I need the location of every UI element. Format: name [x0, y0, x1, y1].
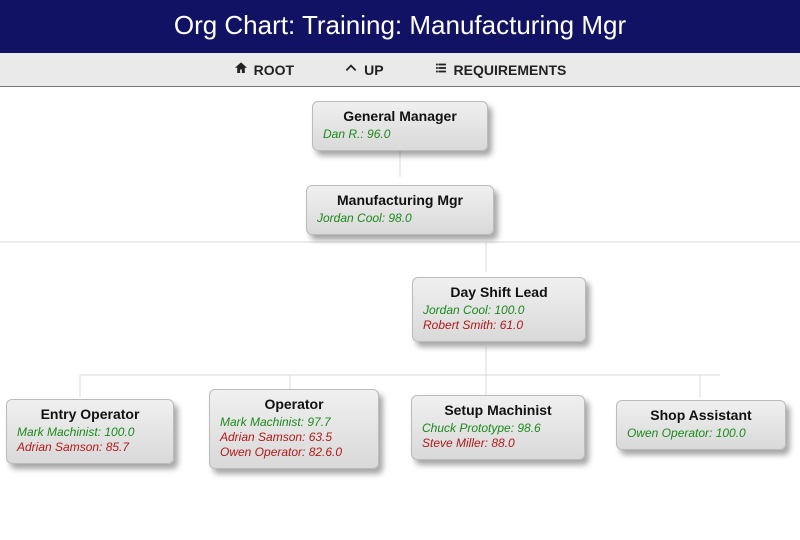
person: Owen Operator: 82.6.0: [220, 445, 368, 460]
node-shop-assistant[interactable]: Shop Assistant Owen Operator: 100.0: [616, 400, 786, 450]
node-general-manager[interactable]: General Manager Dan R.: 96.0: [312, 101, 488, 151]
node-title: Day Shift Lead: [423, 284, 575, 300]
up-button[interactable]: UP: [344, 61, 383, 78]
list-icon: [434, 61, 448, 78]
node-title: Manufacturing Mgr: [317, 192, 483, 208]
person: Adrian Samson: 85.7: [17, 440, 163, 455]
chevron-up-icon: [344, 61, 358, 78]
node-title: Shop Assistant: [627, 407, 775, 423]
org-chart: General Manager Dan R.: 96.0 Manufacturi…: [0, 87, 800, 517]
person: Jordan Cool: 100.0: [423, 303, 575, 318]
person: Mark Machinist: 97.7: [220, 415, 368, 430]
person: Steve Miller: 88.0: [422, 436, 574, 451]
node-setup-machinist[interactable]: Setup Machinist Chuck Prototype: 98.6 St…: [411, 395, 585, 460]
node-day-shift-lead[interactable]: Day Shift Lead Jordan Cool: 100.0 Robert…: [412, 277, 586, 342]
person: Chuck Prototype: 98.6: [422, 421, 574, 436]
up-label: UP: [364, 62, 383, 78]
person: Owen Operator: 100.0: [627, 426, 775, 441]
person: Dan R.: 96.0: [323, 127, 477, 142]
person: Robert Smith: 61.0: [423, 318, 575, 333]
person: Adrian Samson: 63.5: [220, 430, 368, 445]
node-title: General Manager: [323, 108, 477, 124]
requirements-button[interactable]: REQUIREMENTS: [434, 61, 567, 78]
node-title: Setup Machinist: [422, 402, 574, 418]
node-manufacturing-mgr[interactable]: Manufacturing Mgr Jordan Cool: 98.0: [306, 185, 494, 235]
person: Mark Machinist: 100.0: [17, 425, 163, 440]
home-icon: [234, 61, 248, 78]
node-title: Entry Operator: [17, 406, 163, 422]
requirements-label: REQUIREMENTS: [454, 62, 567, 78]
node-operator[interactable]: Operator Mark Machinist: 97.7 Adrian Sam…: [209, 389, 379, 469]
node-title: Operator: [220, 396, 368, 412]
person: Jordan Cool: 98.0: [317, 211, 483, 226]
toolbar: ROOT UP REQUIREMENTS: [0, 53, 800, 87]
node-entry-operator[interactable]: Entry Operator Mark Machinist: 100.0 Adr…: [6, 399, 174, 464]
page-title: Org Chart: Training: Manufacturing Mgr: [0, 0, 800, 53]
root-button[interactable]: ROOT: [234, 61, 294, 78]
root-label: ROOT: [254, 62, 294, 78]
